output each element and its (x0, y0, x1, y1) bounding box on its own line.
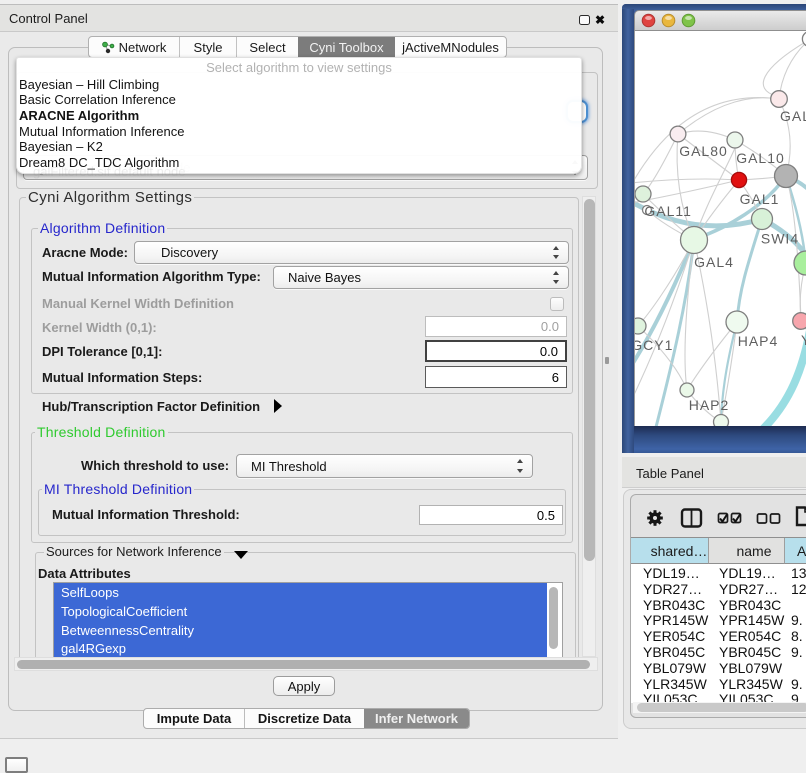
svg-text:YM: YM (801, 332, 806, 348)
svg-text:GAL11: GAL11 (644, 203, 692, 219)
svg-text:HAP4: HAP4 (738, 333, 779, 349)
svg-text:GAL1: GAL1 (740, 191, 780, 207)
svg-text:SWI4: SWI4 (761, 231, 799, 247)
svg-text:GAL4: GAL4 (694, 254, 734, 270)
svg-text:GAL80: GAL80 (679, 143, 728, 159)
svg-text:GAL10: GAL10 (736, 150, 785, 166)
svg-text:GCY1: GCY1 (635, 337, 673, 353)
svg-text:GAL7: GAL7 (780, 108, 806, 124)
svg-text:HAP2: HAP2 (689, 397, 730, 413)
